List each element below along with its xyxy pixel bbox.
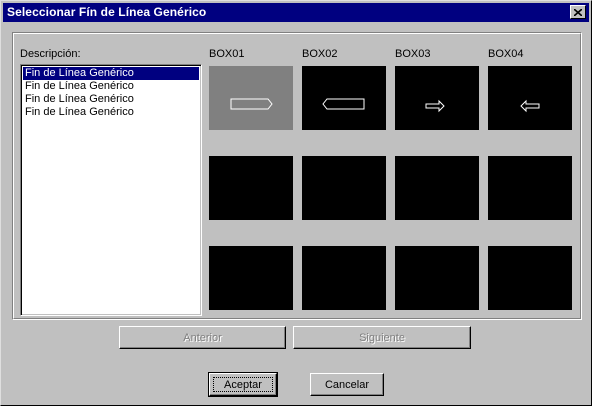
accept-button[interactable]: Aceptar (208, 372, 278, 397)
tile-empty[interactable] (302, 246, 386, 310)
list-item[interactable]: Fin de Línea Genérico (23, 80, 199, 93)
box-label-box03: BOX03 (395, 48, 431, 60)
tile-box03[interactable] (395, 66, 479, 130)
close-button[interactable] (570, 5, 586, 19)
title-bar[interactable]: Seleccionar Fín de Línea Genérico (3, 3, 589, 22)
pointed-end-right-icon (230, 98, 273, 110)
tile-empty[interactable] (302, 156, 386, 220)
box-label-box01: BOX01 (209, 48, 245, 60)
box-label-box02: BOX02 (302, 48, 338, 60)
tile-empty[interactable] (488, 246, 572, 310)
description-label: Descripción: (20, 48, 81, 60)
tile-empty[interactable] (395, 246, 479, 310)
list-item[interactable]: Fin de Línea Genérico (23, 67, 199, 80)
close-icon (574, 8, 582, 16)
arrow-left-icon (520, 99, 540, 113)
box-label-box04: BOX04 (488, 48, 524, 60)
tile-empty[interactable] (395, 156, 479, 220)
tile-box04[interactable] (488, 66, 572, 130)
pointed-end-left-icon (322, 98, 365, 110)
cancel-button[interactable]: Cancelar (310, 373, 384, 396)
tile-box02[interactable] (302, 66, 386, 130)
tile-box01[interactable] (209, 66, 293, 130)
tile-empty[interactable] (209, 246, 293, 310)
list-item[interactable]: Fin de Línea Genérico (23, 93, 199, 106)
next-button[interactable]: Siguiente (293, 326, 471, 349)
focus-ring (213, 377, 273, 392)
previous-button[interactable]: Anterior (119, 326, 286, 349)
list-item[interactable]: Fin de Línea Genérico (23, 106, 199, 119)
window-title: Seleccionar Fín de Línea Genérico (7, 5, 207, 19)
tile-empty[interactable] (209, 156, 293, 220)
tile-empty[interactable] (488, 156, 572, 220)
dialog-window: Seleccionar Fín de Línea Genérico Descri… (0, 0, 592, 406)
description-listbox[interactable]: Fin de Línea Genérico Fin de Línea Genér… (20, 64, 202, 316)
arrow-right-icon (425, 99, 445, 113)
